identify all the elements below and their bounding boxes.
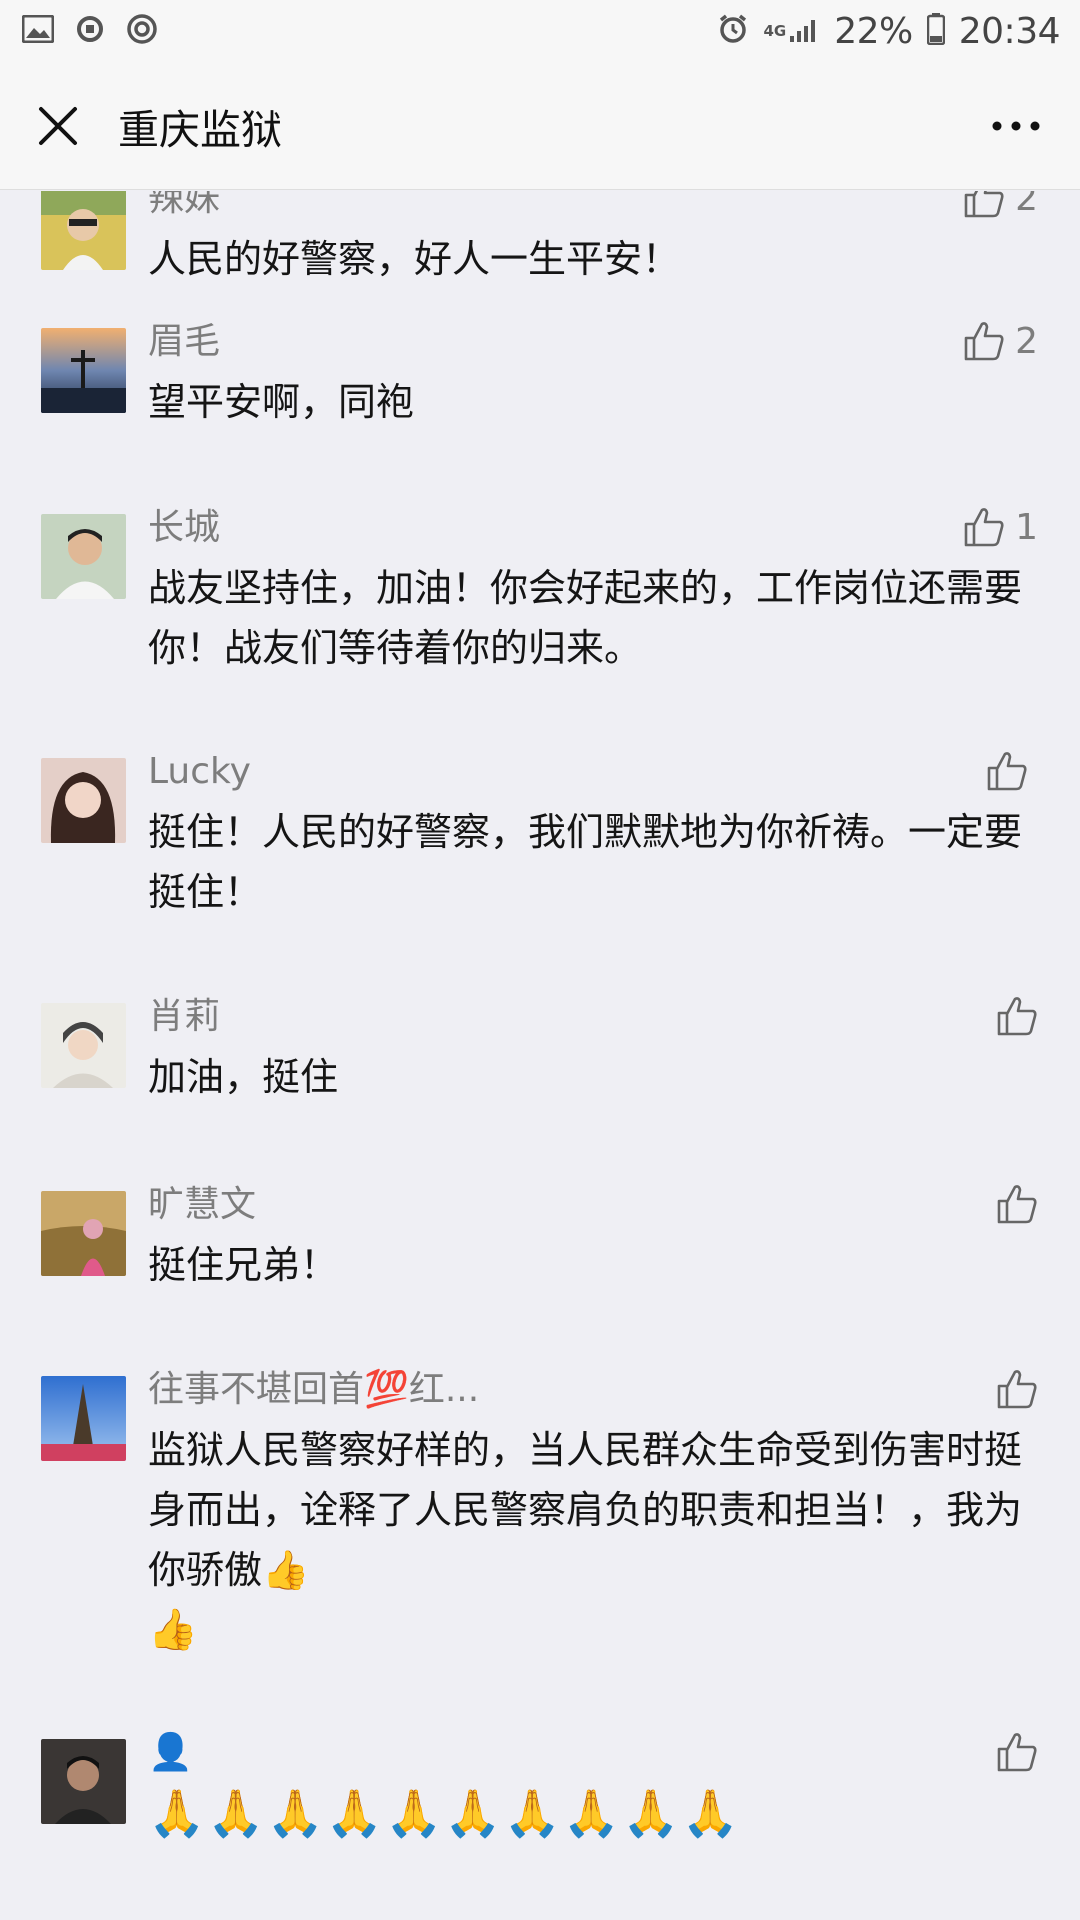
avatar[interactable] [41, 1003, 126, 1088]
like-button[interactable] [996, 1183, 1038, 1225]
comment-text-body: 监狱人民警察好样的，当人民群众生命受到伤害时挺身而出，诠释了人民警察肩负的职责和… [148, 1428, 1023, 1592]
close-icon [39, 106, 77, 145]
comment-author[interactable]: 眉毛 [148, 320, 220, 364]
comment-text: 🙏🙏🙏🙏🙏🙏🙏🙏🙏🙏 [148, 1786, 741, 1840]
like-button[interactable]: 2 [963, 191, 1038, 219]
avatar[interactable] [41, 328, 126, 413]
comment-author[interactable]: 辣妹 [148, 191, 220, 221]
like-button[interactable] [986, 750, 1038, 792]
like-button[interactable] [996, 995, 1038, 1037]
comment-author[interactable]: 👤 [148, 1731, 193, 1775]
comment-item: Lucky 挺住！人民的好警察，我们默默地为你祈祷。一定要挺住！ [0, 736, 1080, 946]
status-bar: 4G 22% 20:34 [0, 0, 1080, 62]
like-count: 1 [1015, 506, 1038, 548]
like-button[interactable]: 1 [963, 506, 1038, 548]
avatar[interactable] [41, 191, 126, 270]
comment-text: 战友坚持住，加油！你会好起来的，工作岗位还需要你！战友们等待着你的归来。 [148, 566, 1023, 670]
thumbs-up-icon [997, 1733, 1037, 1772]
target-icon [126, 13, 158, 49]
like-button[interactable] [996, 1368, 1038, 1410]
status-right: 4G 22% 20:34 [703, 10, 1061, 52]
page-title: 重庆监狱 [118, 105, 282, 154]
thumbs-up-icon [987, 752, 1027, 791]
nav-bar: 重庆监狱 [0, 62, 1080, 190]
avatar[interactable] [41, 1739, 126, 1824]
network-type: 4G [763, 21, 787, 40]
comment-author[interactable]: 长城 [148, 506, 220, 550]
comment-author[interactable]: 旷慧文 [148, 1183, 256, 1227]
battery-icon [926, 13, 945, 49]
like-count: 2 [1015, 320, 1038, 362]
like-button[interactable]: 2 [963, 320, 1038, 362]
comment-feed[interactable]: 辣妹 人民的好警察，好人一生平安！ 2 眉毛 望平安啊，同袍 2 长城 战友坚持… [0, 191, 1080, 1920]
thumbs-up-icon [997, 997, 1037, 1036]
comment-item: 辣妹 人民的好警察，好人一生平安！ 2 [0, 191, 1080, 303]
image-icon [21, 14, 55, 47]
more-button[interactable] [976, 96, 1056, 156]
comment-author[interactable]: 往事不堪回首💯红... [148, 1368, 479, 1412]
avatar[interactable] [41, 1376, 126, 1461]
avatar[interactable] [41, 758, 126, 843]
avatar[interactable] [41, 514, 126, 599]
thumbs-up-emoji: 👍 [148, 1607, 198, 1653]
like-button[interactable] [996, 1731, 1038, 1773]
comment-text: 挺住！人民的好警察，我们默默地为你祈祷。一定要挺住！ [148, 810, 1023, 914]
comment-author[interactable]: Lucky [148, 750, 251, 794]
comment-item: 旷慧文 挺住兄弟！ [0, 1169, 1080, 1319]
battery-percent: 22% [834, 10, 913, 52]
thumbs-up-icon [997, 1370, 1037, 1409]
avatar[interactable] [41, 1191, 126, 1276]
comment-item: 往事不堪回首💯红... 监狱人民警察好样的，当人民群众生命受到伤害时挺身而出，诠… [0, 1354, 1080, 1684]
more-icon [992, 121, 1040, 130]
status-left [21, 13, 180, 49]
thumbs-up-icon [964, 191, 1004, 218]
alarm-icon [717, 13, 749, 49]
comment-item: 👤 🙏🙏🙏🙏🙏🙏🙏🙏🙏🙏 [0, 1717, 1080, 1920]
comment-item: 肖莉 加油，挺住 [0, 981, 1080, 1131]
comment-text: 监狱人民警察好样的，当人民群众生命受到伤害时挺身而出，诠释了人民警察肩负的职责和… [148, 1420, 1028, 1660]
comment-text: 挺住兄弟！ [148, 1243, 339, 1287]
thumbs-up-icon [964, 322, 1004, 361]
signal-icon [790, 16, 820, 46]
thumbs-up-icon [964, 508, 1004, 547]
close-button[interactable] [30, 98, 86, 154]
comment-text: 望平安啊，同袍 [148, 380, 415, 424]
comment-item: 眉毛 望平安啊，同袍 2 [0, 306, 1080, 456]
comment-text: 加油，挺住 [148, 1055, 339, 1099]
like-count: 2 [1015, 191, 1038, 219]
comment-author[interactable]: 肖莉 [148, 995, 220, 1039]
clock: 20:34 [958, 10, 1061, 52]
sync-icon [76, 15, 104, 47]
comment-text: 人民的好警察，好人一生平安！ [148, 237, 681, 281]
thumbs-up-icon [997, 1185, 1037, 1224]
comment-item: 长城 战友坚持住，加油！你会好起来的，工作岗位还需要你！战友们等待着你的归来。 … [0, 492, 1080, 702]
